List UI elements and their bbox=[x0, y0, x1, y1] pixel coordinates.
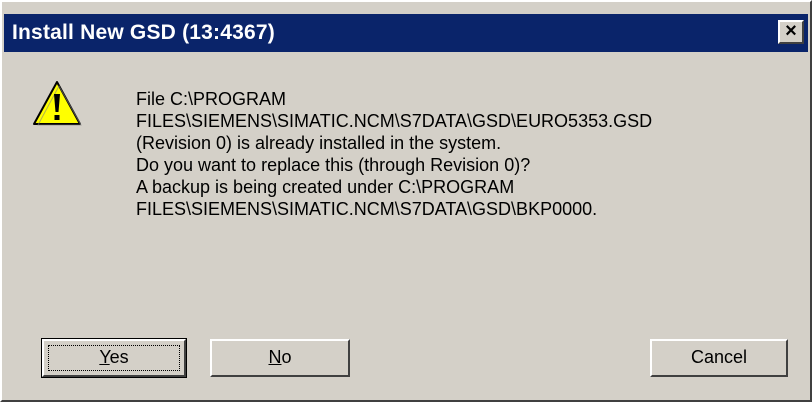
message-line: (Revision 0) is already installed in the… bbox=[136, 133, 502, 153]
message-line: FILES\SIEMENS\SIMATIC.NCM\S7DATA\GSD\EUR… bbox=[136, 111, 653, 131]
dialog-title: Install New GSD (13:4367) bbox=[12, 21, 275, 44]
no-mnemonic: N bbox=[268, 347, 282, 367]
message-text: File C:\PROGRAM FILES\SIEMENS\SIMATIC.NC… bbox=[136, 88, 796, 220]
message-line: A backup is being created under C:\PROGR… bbox=[136, 177, 515, 197]
cancel-button[interactable]: Cancel bbox=[650, 339, 788, 377]
no-label-rest: o bbox=[281, 347, 292, 367]
close-icon: × bbox=[785, 20, 797, 42]
message-line: FILES\SIEMENS\SIMATIC.NCM\S7DATA\GSD\BKP… bbox=[136, 199, 598, 219]
title-bar[interactable]: Install New GSD (13:4367) × bbox=[4, 14, 808, 52]
message-line: Do you want to replace this (through Rev… bbox=[136, 155, 531, 175]
close-button[interactable]: × bbox=[778, 20, 804, 44]
yes-button[interactable]: Yes bbox=[41, 338, 187, 378]
warning-icon bbox=[33, 81, 82, 126]
cancel-label: Cancel bbox=[690, 347, 748, 367]
no-button[interactable]: No bbox=[210, 339, 350, 377]
message-line: File C:\PROGRAM bbox=[136, 89, 287, 109]
focus-rectangle bbox=[48, 345, 180, 371]
install-gsd-dialog: Install New GSD (13:4367) × File C:\PROG… bbox=[0, 0, 812, 402]
